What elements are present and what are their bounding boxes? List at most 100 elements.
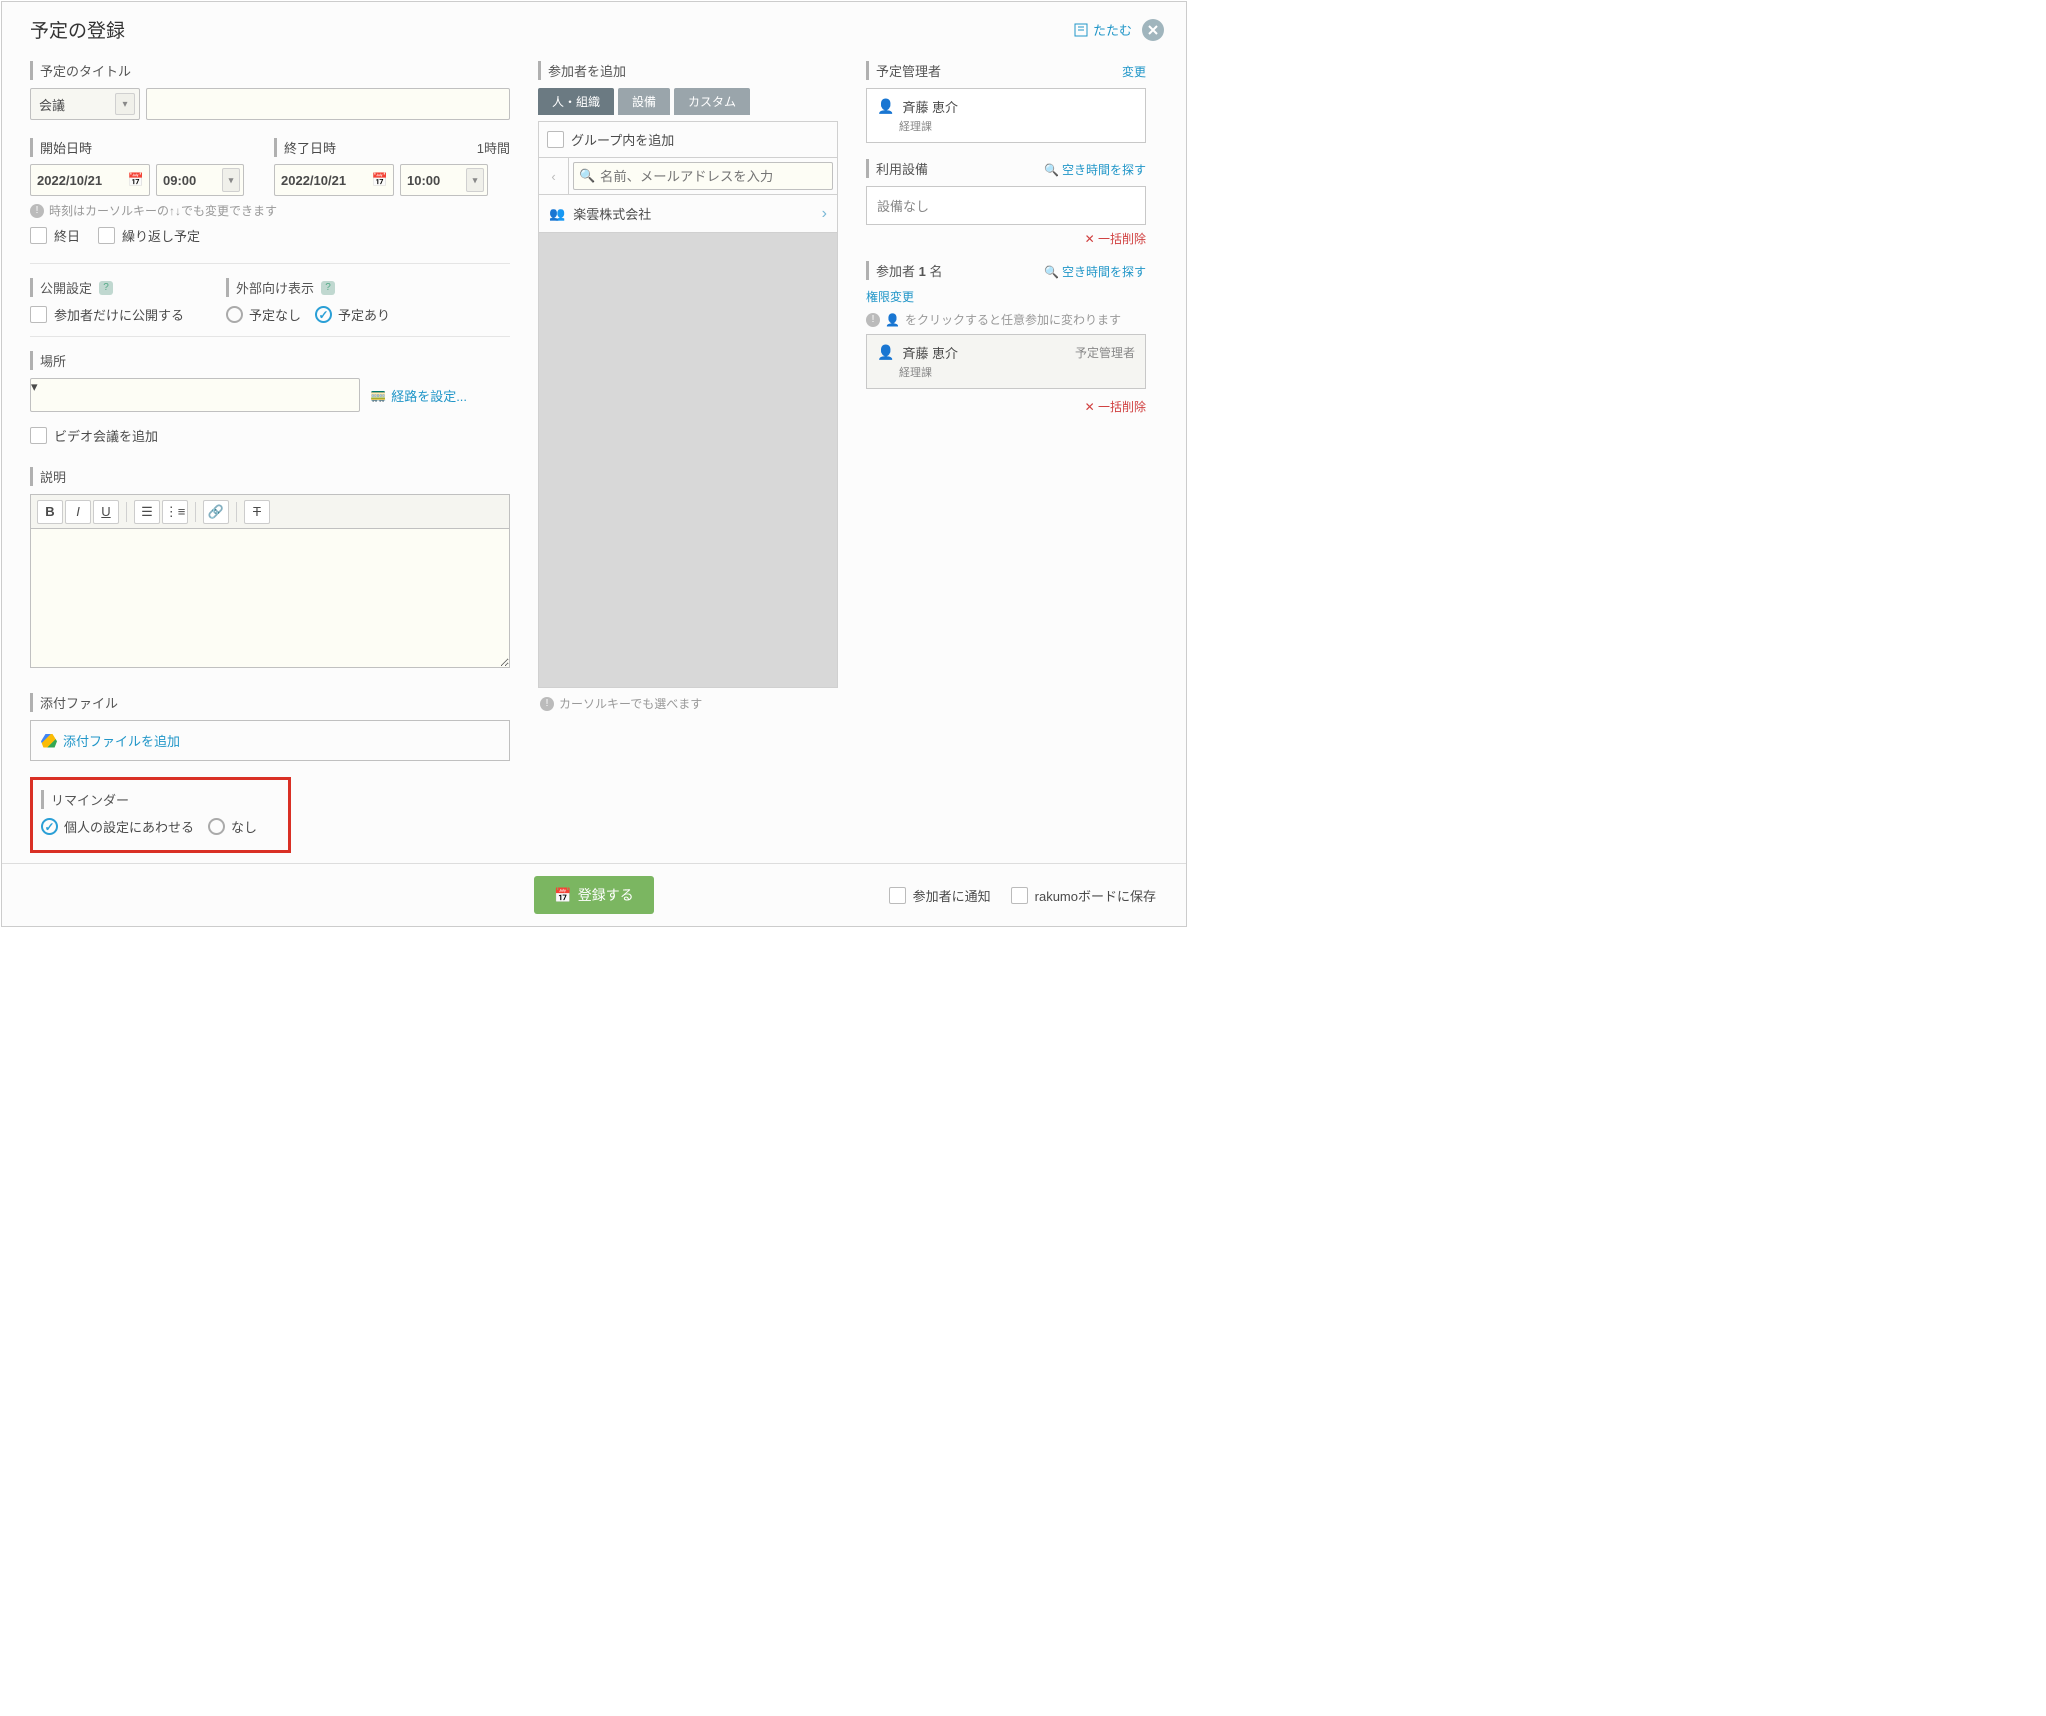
cursor-hint-text: カーソルキーでも選べます bbox=[559, 695, 702, 712]
add-attachment-button[interactable]: 添付ファイルを追加 bbox=[30, 720, 510, 761]
manager-dept: 経理課 bbox=[899, 118, 1135, 134]
start-date-input[interactable]: 2022/10/21 📅 bbox=[30, 164, 150, 196]
participants-only-label: 参加者だけに公開する bbox=[54, 305, 184, 324]
start-date-value: 2022/10/21 bbox=[37, 173, 102, 188]
end-date-input[interactable]: 2022/10/21 📅 bbox=[274, 164, 394, 196]
editor-toolbar: B I U ☰ ⋮≡ 🔗 T bbox=[30, 494, 510, 528]
dropdown-arrow-icon: ▾ bbox=[222, 168, 240, 192]
tab-people[interactable]: 人・組織 bbox=[538, 88, 614, 115]
manager-box: 👤 斉藤 恵介 経理課 bbox=[866, 88, 1146, 143]
people-icon: 👥 bbox=[549, 206, 565, 222]
end-date-label: 終了日時 bbox=[274, 138, 336, 157]
italic-button[interactable]: I bbox=[65, 500, 91, 524]
org-name: 楽雲株式会社 bbox=[573, 204, 651, 223]
register-label: 登録する bbox=[578, 885, 634, 905]
tab-equipment[interactable]: 設備 bbox=[618, 88, 670, 115]
clear-format-button[interactable]: T bbox=[244, 500, 270, 524]
time-hint: ! 時刻はカーソルキーの↑↓でも変更できます bbox=[30, 202, 510, 219]
click-hint-text: をクリックすると任意参加に変わります bbox=[905, 311, 1121, 328]
participant-search-input[interactable] bbox=[573, 162, 833, 190]
collapse-link[interactable]: たたむ bbox=[1074, 20, 1132, 39]
description-textarea[interactable] bbox=[30, 528, 510, 668]
underline-button[interactable]: U bbox=[93, 500, 119, 524]
train-icon: 🚃 bbox=[370, 387, 386, 403]
close-icon bbox=[1148, 25, 1158, 35]
help-icon[interactable]: ? bbox=[99, 281, 113, 295]
description-label: 説明 bbox=[30, 467, 510, 486]
delete-all-equipment-link[interactable]: ✕ 一括削除 bbox=[866, 225, 1146, 261]
time-hint-text: 時刻はカーソルキーの↑↓でも変更できます bbox=[49, 202, 277, 219]
start-time-input[interactable]: 09:00 ▾ bbox=[156, 164, 244, 196]
save-board-label: rakumoボードに保存 bbox=[1035, 886, 1156, 905]
external-display-label: 外部向け表示? bbox=[226, 278, 390, 297]
tab-custom[interactable]: カスタム bbox=[674, 88, 750, 115]
notify-checkbox[interactable]: 参加者に通知 bbox=[889, 886, 991, 905]
reminder-label: リマインダー bbox=[41, 790, 280, 809]
video-meeting-label: ビデオ会議を追加 bbox=[54, 426, 158, 445]
bold-button[interactable]: B bbox=[37, 500, 63, 524]
link-button[interactable]: 🔗 bbox=[203, 500, 229, 524]
route-link[interactable]: 🚃 経路を設定... bbox=[370, 386, 467, 405]
click-hint: ! 👤 をクリックすると任意参加に変わります bbox=[866, 311, 1146, 328]
register-button[interactable]: 📅 登録する bbox=[534, 876, 653, 914]
dropdown-arrow-icon: ▾ bbox=[115, 93, 135, 115]
drive-icon bbox=[41, 734, 57, 748]
nav-back-button[interactable]: ‹ bbox=[539, 158, 569, 194]
title-input[interactable] bbox=[146, 88, 510, 120]
collapse-label: たたむ bbox=[1093, 20, 1132, 39]
location-label: 場所 bbox=[30, 351, 510, 370]
org-row[interactable]: 👥 楽雲株式会社 › bbox=[538, 195, 838, 233]
calendar-check-icon: 📅 bbox=[554, 887, 571, 904]
change-manager-link[interactable]: 変更 bbox=[1122, 63, 1146, 80]
end-time-value: 10:00 bbox=[407, 173, 440, 188]
person-icon: 👤 bbox=[877, 344, 894, 361]
repeat-checkbox[interactable]: 繰り返し予定 bbox=[98, 226, 200, 245]
participant-role: 予定管理者 bbox=[1075, 344, 1135, 361]
event-type-select[interactable]: 会議 ▾ bbox=[30, 88, 140, 120]
external-none-radio[interactable]: 予定なし bbox=[226, 305, 301, 324]
add-participants-label: 参加者を追加 bbox=[538, 61, 838, 80]
chevron-right-icon: › bbox=[822, 205, 827, 223]
unordered-list-button[interactable]: ⋮≡ bbox=[162, 500, 188, 524]
participant-item[interactable]: 👤 斉藤 恵介 予定管理者 経理課 bbox=[866, 334, 1146, 389]
info-icon: ! bbox=[866, 313, 880, 327]
location-select[interactable]: ▾ bbox=[30, 378, 360, 412]
reminder-none-radio[interactable]: なし bbox=[208, 817, 257, 836]
add-group-checkbox[interactable]: グループ内を追加 bbox=[547, 130, 674, 149]
participant-list-area bbox=[538, 233, 838, 688]
participants-only-checkbox[interactable]: 参加者だけに公開する bbox=[30, 305, 184, 324]
close-button[interactable] bbox=[1142, 19, 1164, 41]
permission-change-link[interactable]: 権限変更 bbox=[866, 288, 914, 305]
search-icon: 🔍 bbox=[579, 168, 595, 184]
participant-list-label: 参加者 1 名 🔍空き時間を探す bbox=[866, 261, 1146, 280]
equipment-label: 利用設備🔍空き時間を探す bbox=[866, 159, 1146, 178]
find-participant-time-link[interactable]: 🔍空き時間を探す bbox=[1044, 263, 1146, 280]
delete-all-participants-link[interactable]: ✕ 一括削除 bbox=[866, 393, 1146, 429]
reminder-personal-radio[interactable]: 個人の設定にあわせる bbox=[41, 817, 194, 836]
notify-label: 参加者に通知 bbox=[913, 886, 991, 905]
route-link-label: 経路を設定... bbox=[391, 386, 467, 405]
dropdown-arrow-icon: ▾ bbox=[466, 168, 484, 192]
dropdown-arrow-icon: ▾ bbox=[31, 379, 38, 394]
manager-name: 斉藤 恵介 bbox=[902, 97, 958, 116]
ordered-list-button[interactable]: ☰ bbox=[134, 500, 160, 524]
reminder-personal-label: 個人の設定にあわせる bbox=[64, 817, 194, 836]
info-icon: ! bbox=[540, 697, 554, 711]
manager-label: 予定管理者変更 bbox=[866, 61, 1146, 80]
person-icon: 👤 bbox=[877, 98, 894, 115]
calendar-icon: 📅 bbox=[372, 172, 388, 188]
save-board-checkbox[interactable]: rakumoボードに保存 bbox=[1011, 886, 1156, 905]
add-attachment-label: 添付ファイルを追加 bbox=[63, 731, 180, 750]
event-type-value: 会議 bbox=[39, 95, 65, 114]
external-has-radio[interactable]: 予定あり bbox=[315, 305, 390, 324]
allday-checkbox[interactable]: 終日 bbox=[30, 226, 80, 245]
info-icon: ! bbox=[30, 204, 44, 218]
end-time-input[interactable]: 10:00 ▾ bbox=[400, 164, 488, 196]
help-icon[interactable]: ? bbox=[321, 281, 335, 295]
external-has-label: 予定あり bbox=[338, 305, 390, 324]
page-title: 予定の登録 bbox=[30, 16, 125, 43]
find-equipment-time-link[interactable]: 🔍空き時間を探す bbox=[1044, 161, 1146, 178]
video-meeting-checkbox[interactable]: ビデオ会議を追加 bbox=[30, 426, 510, 445]
repeat-label: 繰り返し予定 bbox=[122, 226, 200, 245]
external-none-label: 予定なし bbox=[249, 305, 301, 324]
